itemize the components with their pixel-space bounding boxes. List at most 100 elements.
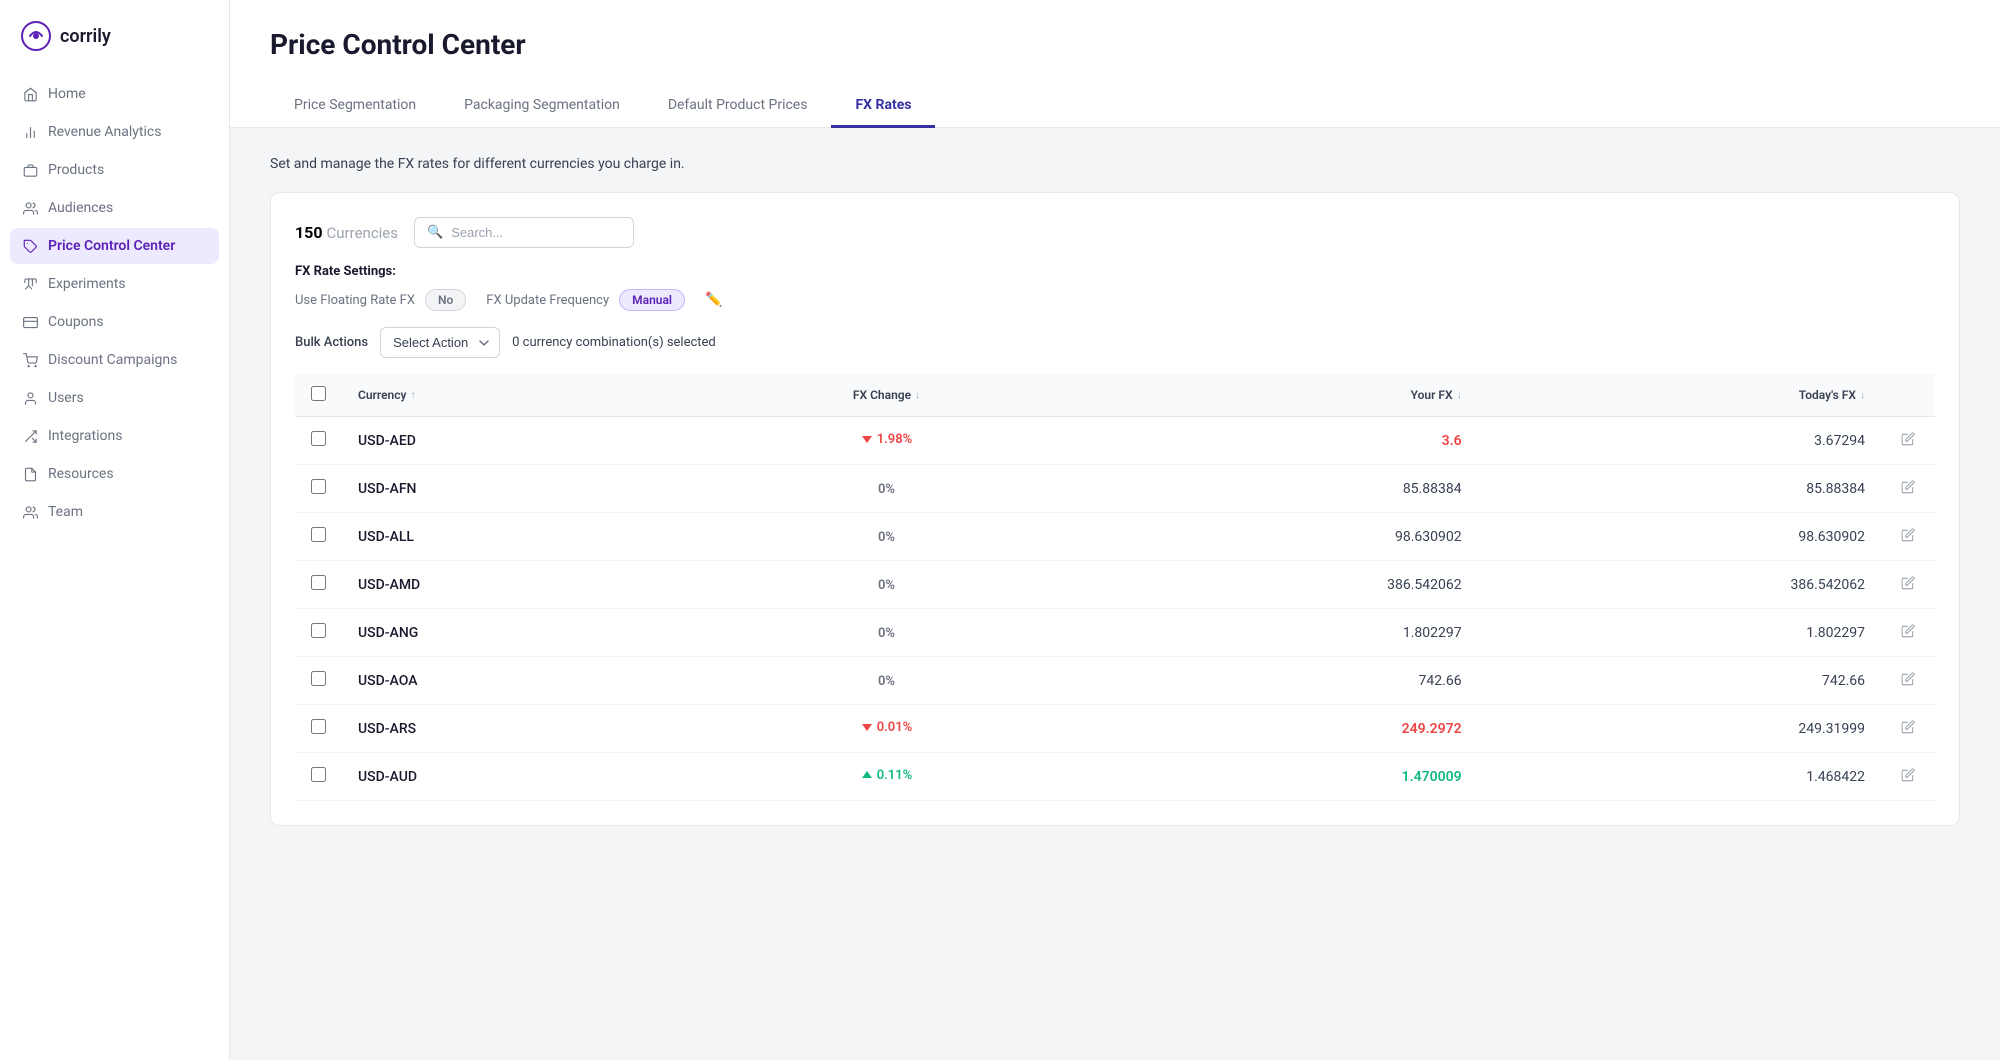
discount-campaigns-icon <box>22 352 38 368</box>
row-checkbox-5[interactable] <box>311 671 326 686</box>
tab-fx-rates[interactable]: FX Rates <box>831 85 935 128</box>
row-edit-button-0[interactable] <box>1897 431 1919 454</box>
fx-change-up: 0.11% <box>861 768 913 783</box>
row-edit-button-2[interactable] <box>1897 527 1919 550</box>
search-input[interactable] <box>451 225 621 240</box>
sidebar-item-integrations[interactable]: Integrations <box>10 418 219 454</box>
fx-change-cell: 0% <box>699 465 1075 513</box>
sidebar-item-team[interactable]: Team <box>10 494 219 530</box>
settings-edit-button[interactable]: ✏️ <box>705 292 722 308</box>
row-edit-button-4[interactable] <box>1897 623 1919 646</box>
row-checkbox-cell[interactable] <box>295 657 342 705</box>
currency-name-cell: USD-AFN <box>342 465 699 513</box>
your-fx-cell: 249.2972 <box>1074 705 1477 753</box>
row-checkbox-1[interactable] <box>311 479 326 494</box>
row-edit-button-6[interactable] <box>1897 719 1919 742</box>
currency-sort-icon: ↑ <box>410 390 415 401</box>
row-checkbox-cell[interactable] <box>295 753 342 801</box>
row-edit-button-7[interactable] <box>1897 767 1919 790</box>
row-checkbox-4[interactable] <box>311 623 326 638</box>
bulk-actions-row: Bulk Actions Select Action 0 currency co… <box>295 327 1935 358</box>
select-all-checkbox-header[interactable] <box>295 374 342 417</box>
card-header: 150 Currencies 🔍 <box>295 217 1935 248</box>
your-fx-cell: 386.542062 <box>1074 561 1477 609</box>
fx-change-cell: 0.01% <box>699 705 1075 753</box>
fx-change-column-header[interactable]: FX Change ↓ <box>699 374 1075 417</box>
sidebar-item-users[interactable]: Users <box>10 380 219 416</box>
select-action-dropdown[interactable]: Select Action <box>380 327 500 358</box>
fx-settings-section: FX Rate Settings: Use Floating Rate FX N… <box>295 264 1935 311</box>
row-checkbox-6[interactable] <box>311 719 326 734</box>
logo-text: corrily <box>60 26 111 47</box>
row-actions-cell[interactable] <box>1881 561 1935 609</box>
experiments-icon <box>22 276 38 292</box>
your-fx-cell: 1.802297 <box>1074 609 1477 657</box>
floating-rate-group: Use Floating Rate FX No <box>295 289 466 311</box>
users-icon <box>22 390 38 406</box>
row-actions-cell[interactable] <box>1881 657 1935 705</box>
currency-name-cell: USD-ARS <box>342 705 699 753</box>
row-actions-cell[interactable] <box>1881 753 1935 801</box>
row-checkbox-0[interactable] <box>311 431 326 446</box>
logo: corrily <box>0 0 229 76</box>
table-body: USD-AED 1.98% 3.6 3.67294 USD-AFN 0% 85.… <box>295 417 1935 801</box>
row-edit-button-5[interactable] <box>1897 671 1919 694</box>
todays-fx-column-header[interactable]: Today's FX ↓ <box>1478 374 1881 417</box>
table-row: USD-AFN 0% 85.88384 85.88384 <box>295 465 1935 513</box>
todays-fx-cell: 1.802297 <box>1478 609 1881 657</box>
sidebar-item-products[interactable]: Products <box>10 152 219 188</box>
sidebar-item-audiences[interactable]: Audiences <box>10 190 219 226</box>
your-fx-column-header[interactable]: Your FX ↓ <box>1074 374 1477 417</box>
sidebar-item-label: Products <box>48 162 104 178</box>
sidebar-item-price-control-center[interactable]: Price Control Center <box>10 228 219 264</box>
sidebar-item-home[interactable]: Home <box>10 76 219 112</box>
tab-price-segmentation[interactable]: Price Segmentation <box>270 85 440 128</box>
fx-change-neutral: 0% <box>878 482 895 497</box>
search-box[interactable]: 🔍 <box>414 217 634 248</box>
table-row: USD-AOA 0% 742.66 742.66 <box>295 657 1935 705</box>
sidebar-item-revenue-analytics[interactable]: Revenue Analytics <box>10 114 219 150</box>
row-checkbox-2[interactable] <box>311 527 326 542</box>
todays-fx-cell: 3.67294 <box>1478 417 1881 465</box>
sidebar-item-resources[interactable]: Resources <box>10 456 219 492</box>
fx-change-neutral: 0% <box>878 626 895 641</box>
sidebar-item-label: Audiences <box>48 200 113 216</box>
row-checkbox-cell[interactable] <box>295 609 342 657</box>
sidebar-item-coupons[interactable]: Coupons <box>10 304 219 340</box>
row-actions-cell[interactable] <box>1881 513 1935 561</box>
row-actions-cell[interactable] <box>1881 705 1935 753</box>
sidebar-item-experiments[interactable]: Experiments <box>10 266 219 302</box>
select-all-checkbox[interactable] <box>311 386 326 401</box>
fx-change-down: 1.98% <box>861 432 913 447</box>
row-checkbox-cell[interactable] <box>295 561 342 609</box>
todays-fx-cell: 386.542062 <box>1478 561 1881 609</box>
floating-rate-label: Use Floating Rate FX <box>295 293 415 308</box>
tab-packaging-segmentation[interactable]: Packaging Segmentation <box>440 85 644 128</box>
row-actions-cell[interactable] <box>1881 465 1935 513</box>
row-actions-cell[interactable] <box>1881 609 1935 657</box>
currency-column-header[interactable]: Currency ↑ <box>342 374 699 417</box>
table-header: Currency ↑ FX Change ↓ <box>295 374 1935 417</box>
update-frequency-group: FX Update Frequency Manual <box>486 289 685 311</box>
table-header-row: Currency ↑ FX Change ↓ <box>295 374 1935 417</box>
row-checkbox-3[interactable] <box>311 575 326 590</box>
fx-rates-table-container: Currency ↑ FX Change ↓ <box>295 374 1935 801</box>
row-actions-cell[interactable] <box>1881 417 1935 465</box>
tab-default-product-prices[interactable]: Default Product Prices <box>644 85 832 128</box>
home-icon <box>22 86 38 102</box>
fx-change-neutral: 0% <box>878 578 895 593</box>
row-checkbox-cell[interactable] <box>295 705 342 753</box>
row-checkbox-cell[interactable] <box>295 417 342 465</box>
row-checkbox-cell[interactable] <box>295 513 342 561</box>
selected-count-info: 0 currency combination(s) selected <box>512 335 716 350</box>
update-frequency-label: FX Update Frequency <box>486 293 609 308</box>
sidebar-item-label: Home <box>48 86 86 102</box>
fx-change-cell: 0.11% <box>699 753 1075 801</box>
row-checkbox-7[interactable] <box>311 767 326 782</box>
sidebar-item-label: Resources <box>48 466 114 482</box>
sidebar-item-discount-campaigns[interactable]: Discount Campaigns <box>10 342 219 378</box>
fx-change-cell: 0% <box>699 561 1075 609</box>
row-edit-button-1[interactable] <box>1897 479 1919 502</box>
row-edit-button-3[interactable] <box>1897 575 1919 598</box>
row-checkbox-cell[interactable] <box>295 465 342 513</box>
